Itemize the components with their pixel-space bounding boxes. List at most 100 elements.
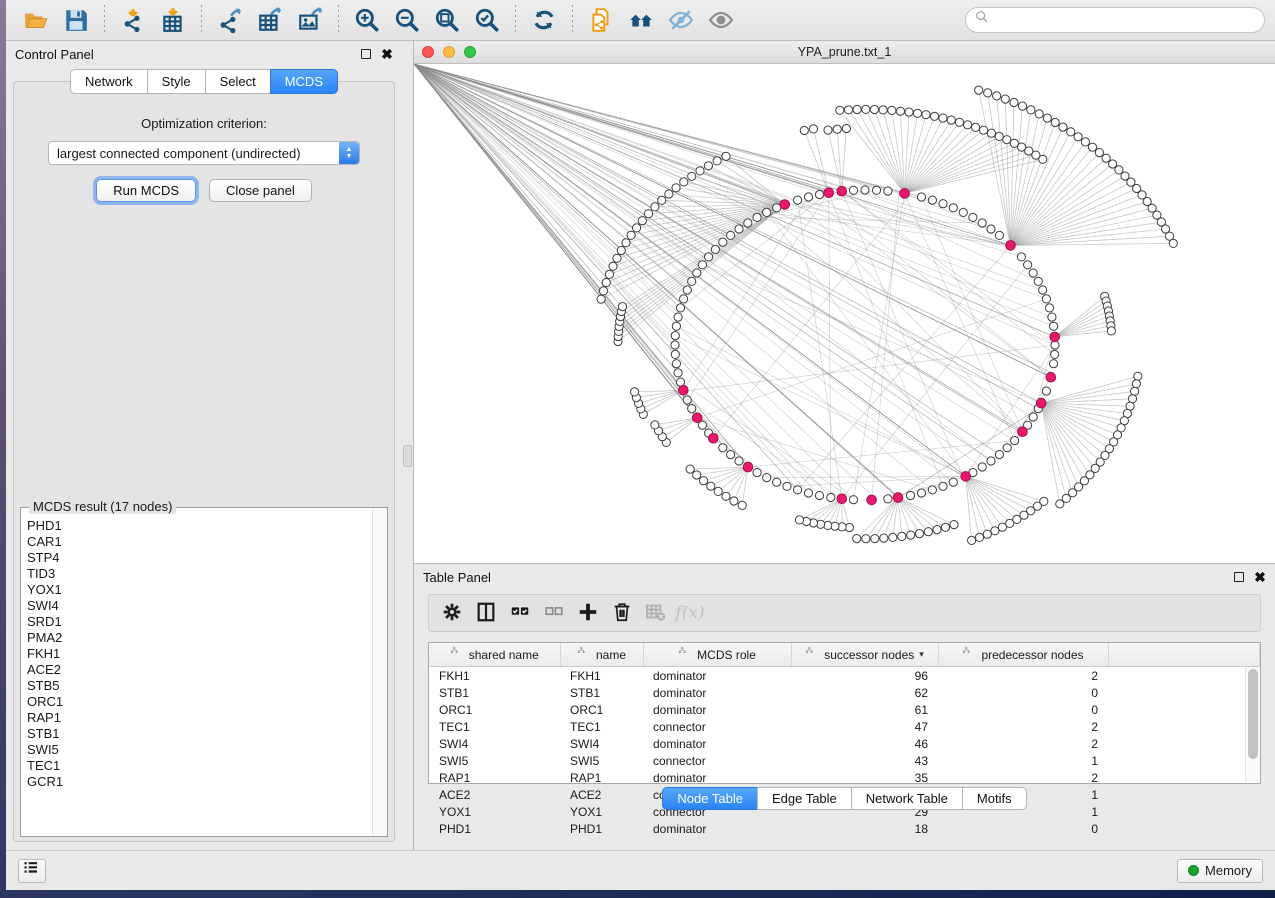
cell-mcds_role: connector [643, 752, 791, 769]
column-type-icon [678, 646, 692, 663]
mcds-result-list[interactable]: PHD1CAR1STP4TID3YOX1SWI4SRD1PMA2FKH1ACE2… [27, 518, 371, 832]
cell-predecessor: 2 [938, 667, 1108, 685]
zoom-out-button[interactable] [387, 3, 427, 37]
task-history-button[interactable] [18, 859, 46, 883]
mcds-result-item[interactable]: SWI4 [27, 598, 371, 614]
table-tab-network-table[interactable]: Network Table [851, 787, 962, 810]
show-all-icon [708, 7, 734, 33]
mcds-result-item[interactable]: GCR1 [27, 774, 371, 790]
open-file-button[interactable] [16, 3, 56, 37]
export-image-button[interactable] [290, 3, 330, 37]
toolbar-separator [104, 5, 105, 35]
column-type-icon [962, 646, 976, 663]
export-network-button[interactable] [210, 3, 250, 37]
save-session-button[interactable] [56, 3, 96, 37]
table-row[interactable]: ORC1ORC1dominator610 [429, 701, 1260, 718]
float-panel-icon[interactable] [360, 48, 372, 60]
table-tab-node-table[interactable]: Node Table [662, 787, 757, 810]
column-header-name[interactable]: name [560, 643, 643, 667]
table-tab-edge-table[interactable]: Edge Table [757, 787, 851, 810]
copy-network-button[interactable] [581, 3, 621, 37]
mcds-result-item[interactable]: FKH1 [27, 646, 371, 662]
mcds-result-item[interactable]: TID3 [27, 566, 371, 582]
column-header-MCDS-role[interactable]: MCDS role [643, 643, 791, 667]
cell-shared_name: SWI5 [429, 752, 560, 769]
search-icon [975, 10, 993, 31]
delete-column-button[interactable] [607, 598, 637, 628]
cell-successor: 43 [791, 752, 938, 769]
show-columns-button[interactable] [471, 598, 501, 628]
mcds-result-item[interactable]: TEC1 [27, 758, 371, 774]
zoom-selected-button[interactable] [467, 3, 507, 37]
mcds-result-item[interactable]: STP4 [27, 550, 371, 566]
zoom-in-button[interactable] [347, 3, 387, 37]
hide-selected-button[interactable] [661, 3, 701, 37]
table-row[interactable]: TEC1TEC1connector472 [429, 718, 1260, 735]
vertical-splitter[interactable] [402, 41, 413, 850]
search-input[interactable] [993, 13, 1255, 28]
network-titlebar[interactable]: YPA_prune.txt_1 [414, 41, 1275, 64]
refresh-layout-button[interactable] [524, 3, 564, 37]
column-header-predecessor-nodes[interactable]: predecessor nodes [938, 643, 1108, 667]
control-panel-title: Control Panel [15, 47, 94, 62]
column-type-icon [577, 646, 591, 663]
criterion-selected-value: largest connected component (undirected) [49, 146, 339, 161]
cell-shared_name: ORC1 [429, 701, 560, 718]
table-row[interactable]: RAP1RAP1dominator352 [429, 769, 1260, 786]
mcds-result-item[interactable]: PHD1 [27, 518, 371, 534]
tab-style[interactable]: Style [147, 69, 205, 94]
zoom-out-icon [394, 7, 420, 33]
tab-mcds[interactable]: MCDS [270, 69, 338, 94]
mcds-result-item[interactable]: ORC1 [27, 694, 371, 710]
table-row[interactable]: PHD1PHD1dominator180 [429, 820, 1260, 837]
table-tab-motifs[interactable]: Motifs [962, 787, 1027, 810]
cell-mcds_role: dominator [643, 769, 791, 786]
mcds-result-item[interactable]: SRD1 [27, 614, 371, 630]
mcds-result-item[interactable]: ACE2 [27, 662, 371, 678]
cell-shared_name: SWI4 [429, 735, 560, 752]
criterion-select[interactable]: largest connected component (undirected)… [48, 141, 360, 165]
mcds-result-item[interactable]: PMA2 [27, 630, 371, 646]
table-row[interactable]: SWI4SWI4dominator462 [429, 735, 1260, 752]
show-all-button[interactable] [701, 3, 741, 37]
mcds-result-item[interactable]: STB5 [27, 678, 371, 694]
mcds-result-item[interactable]: CAR1 [27, 534, 371, 550]
import-table-button[interactable] [153, 3, 193, 37]
table-row[interactable]: STB1STB1dominator620 [429, 684, 1260, 701]
cell-predecessor: 0 [938, 701, 1108, 718]
clear-selection-button[interactable] [539, 598, 569, 628]
add-column-button[interactable] [573, 598, 603, 628]
network-canvas[interactable] [414, 64, 1275, 563]
select-all-button[interactable] [505, 598, 535, 628]
copy-network-icon [588, 7, 614, 33]
close-panel-button[interactable]: Close panel [209, 179, 312, 202]
table-row[interactable]: SWI5SWI5connector431 [429, 752, 1260, 769]
mcds-result-item[interactable]: YOX1 [27, 582, 371, 598]
float-table-panel-icon[interactable] [1233, 571, 1245, 583]
cell-predecessor: 0 [938, 820, 1108, 837]
mcds-result-item[interactable]: SWI5 [27, 742, 371, 758]
close-table-panel-icon[interactable]: ✖ [1254, 571, 1266, 583]
tab-network[interactable]: Network [70, 69, 147, 94]
gear-button[interactable] [437, 598, 467, 628]
table-row[interactable]: FKH1FKH1dominator962 [429, 667, 1260, 685]
app-window: Control Panel ✖ NetworkStyleSelectMCDS O… [6, 0, 1275, 890]
table-scrollbar[interactable] [1245, 667, 1260, 782]
save-session-icon [63, 7, 89, 33]
run-mcds-button[interactable]: Run MCDS [96, 179, 196, 202]
column-header-shared-name[interactable]: shared name [429, 643, 560, 667]
memory-status-icon [1188, 865, 1199, 876]
first-neighbors-button[interactable] [621, 3, 661, 37]
mcds-result-item[interactable]: RAP1 [27, 710, 371, 726]
export-table-button[interactable] [250, 3, 290, 37]
import-network-button[interactable] [113, 3, 153, 37]
search-box[interactable] [965, 7, 1265, 33]
memory-button[interactable]: Memory [1177, 859, 1263, 883]
result-scrollbar[interactable] [372, 509, 386, 835]
close-panel-icon[interactable]: ✖ [381, 48, 393, 60]
column-header-successor-nodes[interactable]: successor nodes▾ [791, 643, 938, 667]
zoom-fit-button[interactable] [427, 3, 467, 37]
table-panel-title: Table Panel [423, 570, 491, 585]
mcds-result-item[interactable]: STB1 [27, 726, 371, 742]
tab-select[interactable]: Select [205, 69, 270, 94]
